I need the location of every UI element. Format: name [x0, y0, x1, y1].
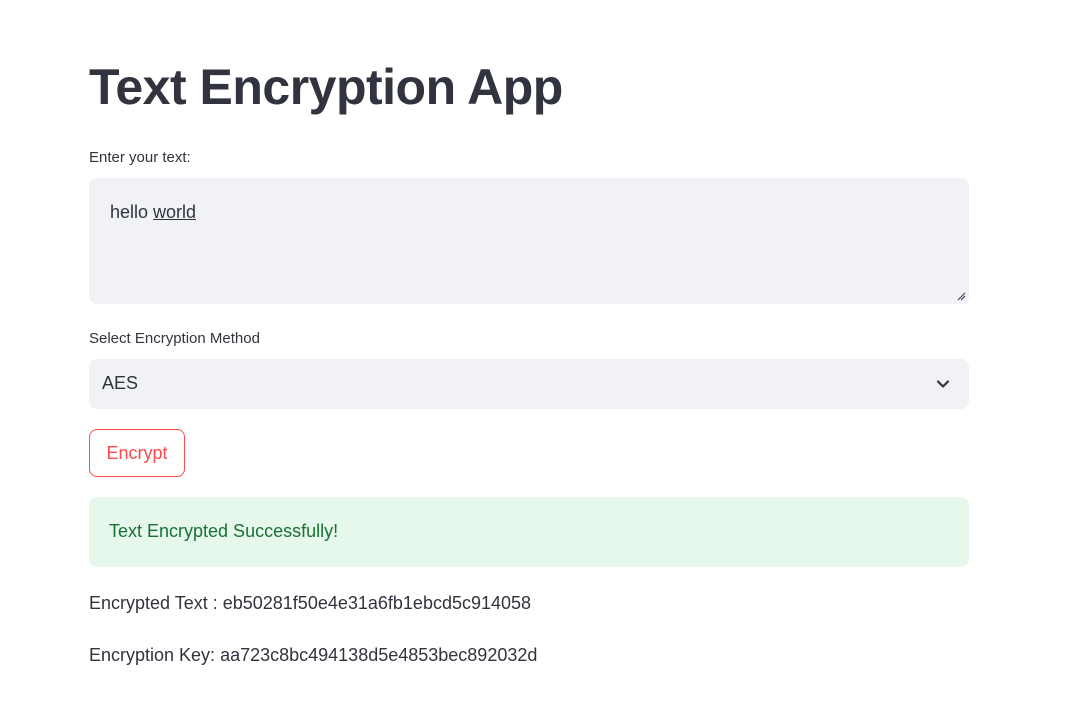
text-input-label: Enter your text: [89, 149, 191, 166]
text-input-value-plain: hello [110, 202, 154, 222]
method-select-label: Select Encryption Method [89, 330, 260, 347]
success-alert: Text Encrypted Successfully! [89, 497, 969, 567]
encrypt-button[interactable]: Encrypt [89, 429, 185, 477]
encrypted-text-output: Encrypted Text : eb50281f50e4e31a6fb1ebc… [89, 593, 532, 613]
text-input-value: hello world [110, 202, 196, 223]
text-input-value-underlined: world [153, 202, 197, 222]
text-input-area[interactable]: hello world [89, 178, 969, 304]
encryption-key-output: Encryption Key: aa723c8bc494138d5e4853be… [89, 645, 538, 665]
resize-handle-icon[interactable] [956, 291, 966, 301]
success-message: Text Encrypted Successfully! [109, 521, 339, 541]
page-title: Text Encryption App [89, 59, 563, 115]
method-select-value: AES [102, 373, 139, 393]
method-select[interactable]: AES [89, 359, 969, 409]
chevron-down-icon[interactable] [936, 377, 950, 391]
